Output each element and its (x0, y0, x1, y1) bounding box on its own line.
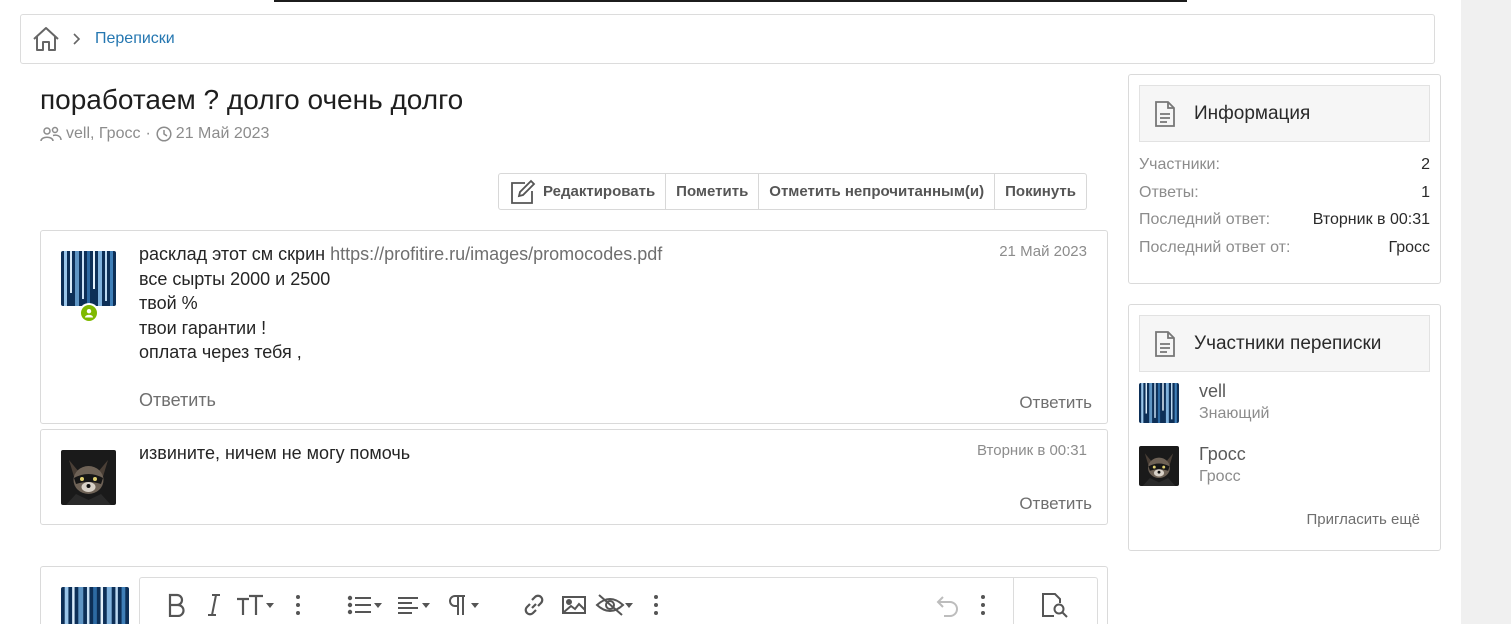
message-body: извините, ничем не могу помочь (139, 441, 410, 466)
meta-separator: · (145, 125, 151, 142)
text-size-icon[interactable] (235, 591, 277, 619)
participant-item: Гросс Гросс (1139, 444, 1246, 488)
participant-item: vell Знающий (1139, 381, 1270, 425)
message-date[interactable]: 21 Май 2023 (999, 243, 1087, 260)
reply-editor (40, 566, 1108, 624)
breadcrumb-item-conversations[interactable]: Переписки (95, 30, 175, 48)
info-label: Ответы: (1139, 184, 1199, 201)
edit-button[interactable]: Редактировать (499, 174, 667, 209)
info-panel-title: Информация (1194, 102, 1311, 124)
leave-button-label: Покинуть (1005, 183, 1076, 200)
message-link[interactable]: https://profitire.ru/images/promocodes.p… (330, 244, 662, 264)
edit-button-label: Редактировать (543, 183, 656, 200)
message: расклад этот см скрин https://profitire.… (40, 230, 1108, 424)
info-panel-header: Информация (1139, 85, 1430, 142)
message-text: расклад этот см скрин (139, 244, 331, 264)
quote-reply-link[interactable]: Ответить (139, 390, 216, 411)
message: извините, ничем не могу помочь Вторник в… (40, 429, 1108, 525)
document-icon (1155, 330, 1175, 357)
participant-role: Знающий (1199, 405, 1270, 422)
avatar (61, 587, 129, 624)
toolbar-divider (1013, 578, 1014, 624)
message-line: твой % (139, 293, 198, 313)
avatar[interactable] (61, 251, 116, 306)
preview-icon[interactable] (1040, 591, 1070, 619)
thread-meta: vell, Гросс · 21 Май 2023 (40, 125, 269, 143)
page-scrollbar-track[interactable] (1461, 0, 1511, 624)
reply-button[interactable]: Ответить (1019, 494, 1092, 514)
info-value: 1 (1421, 184, 1430, 201)
participant-name[interactable]: vell (1199, 379, 1269, 403)
list-icon[interactable] (347, 591, 385, 619)
message-date[interactable]: Вторник в 00:31 (977, 442, 1087, 459)
chevron-right-icon (73, 33, 81, 45)
breadcrumb: Переписки (20, 14, 1435, 64)
link-icon[interactable] (521, 591, 547, 619)
info-label: Последний ответ: (1139, 211, 1271, 228)
users-icon (40, 126, 62, 142)
info-panel: Информация Участники: 2 Ответы: 1 Последни… (1128, 74, 1441, 284)
participant-role: Гросс (1199, 468, 1241, 485)
info-value[interactable]: Вторник в 00:31 (1313, 211, 1430, 229)
thread-date: 21 Май 2023 (175, 125, 270, 142)
message-line: твои гарантии ! (139, 317, 267, 338)
bold-icon[interactable] (166, 591, 186, 619)
info-label: Участники: (1139, 156, 1220, 173)
mark-unread-button-label: Отметить непрочитанным(и) (769, 183, 985, 200)
online-status (79, 303, 99, 323)
message-line: оплата через тебя , (139, 342, 302, 362)
undo-icon[interactable] (935, 591, 961, 619)
mark-unread-button[interactable]: Отметить непрочитанным(и) (759, 174, 996, 209)
avatar[interactable] (61, 450, 116, 505)
info-row: Участники: 2 (1139, 156, 1430, 174)
image-icon[interactable] (561, 591, 587, 619)
top-border-line (274, 0, 1187, 2)
home-icon[interactable] (31, 24, 61, 54)
user-icon (85, 309, 93, 318)
info-value[interactable]: Гросс (1388, 239, 1430, 257)
avatar[interactable] (1139, 446, 1179, 486)
info-row: Ответы: 1 (1139, 184, 1430, 202)
participants-panel: Участники переписки vell Знающий Гросс Г… (1128, 304, 1441, 551)
edit-icon (511, 179, 536, 204)
invite-more-link[interactable]: Пригласить ещё (1307, 511, 1421, 528)
paragraph-icon[interactable] (446, 591, 482, 619)
info-row: Последний ответ от: Гросс (1139, 239, 1430, 257)
message-body: расклад этот см скрин https://profitire.… (139, 242, 662, 365)
leave-button[interactable]: Покинуть (995, 174, 1086, 209)
participants-panel-header: Участники переписки (1139, 315, 1430, 372)
message-text: извините, ничем не могу помочь (139, 443, 411, 463)
document-icon (1155, 100, 1175, 127)
mark-button[interactable]: Пометить (666, 174, 760, 209)
italic-icon[interactable] (206, 591, 222, 619)
more-icon[interactable] (295, 591, 301, 619)
reply-button[interactable]: Ответить (1019, 393, 1092, 413)
more-icon[interactable] (980, 591, 986, 619)
mark-button-label: Пометить (676, 183, 749, 200)
info-label: Последний ответ от: (1139, 239, 1291, 256)
hide-icon[interactable] (595, 591, 635, 619)
thread-actions: Редактировать Пометить Отметить непрочит… (498, 173, 1087, 210)
page-title: поработаем ? долго очень долго (40, 84, 464, 115)
align-icon[interactable] (397, 591, 433, 619)
clock-icon (156, 126, 172, 142)
editor-toolbar (139, 577, 1098, 624)
participant-name[interactable]: Гросс (1199, 442, 1246, 466)
message-line: все сырты 2000 и 2500 (139, 268, 331, 289)
info-row: Последний ответ: Вторник в 00:31 (1139, 211, 1430, 229)
participants-panel-title: Участники переписки (1194, 332, 1382, 354)
participants-list[interactable]: vell, Гросс (66, 125, 140, 143)
info-value: 2 (1421, 156, 1430, 173)
more-icon[interactable] (653, 591, 659, 619)
avatar[interactable] (1139, 383, 1179, 423)
